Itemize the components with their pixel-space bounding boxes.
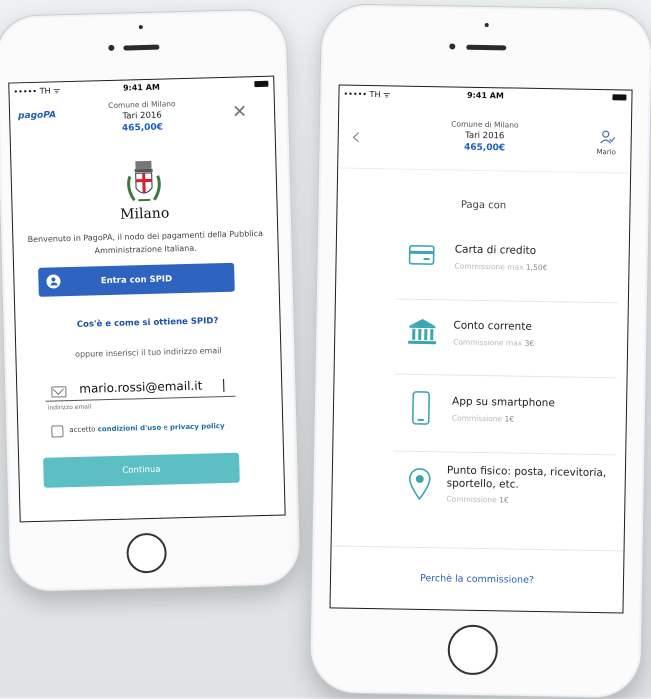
home-button[interactable] [126,532,168,574]
status-time: 9:41 AM [466,90,504,101]
user-name: Mario [596,147,616,157]
method-title: Carta di credito [454,243,537,257]
battery-icon [254,80,269,88]
front-camera [449,43,456,50]
back-chevron-icon[interactable]: ‹ [350,122,361,152]
header-amount: 465,00€ [463,142,506,154]
fee-value: 3€ [524,338,535,348]
payment-method-physical-point[interactable]: Punto fisico: posta, ricevitoria, sporte… [332,460,625,535]
left-screen: ••••• TH ᯤ 9:41 AM pagoPA Comune di Mila… [8,75,286,523]
earpiece-speaker [466,44,507,51]
milano-crest-icon [127,160,161,202]
fee-value: 1€ [499,495,509,505]
method-fee: Commissione max 1,50€ [454,262,547,273]
bank-icon [408,318,437,345]
terms-conjunction: e [161,423,171,432]
fee-label: Commissione [451,413,505,424]
method-title: App su smartphone [452,395,555,410]
phone-left: ••••• TH ᯤ 9:41 AM pagoPA Comune di Mila… [0,8,302,593]
continue-button[interactable]: Continua [43,452,240,488]
mail-icon [51,386,67,398]
spid-login-button[interactable]: Entra con SPID [38,262,235,297]
terms-checkbox[interactable] [51,425,64,438]
method-fee: Commissione max 3€ [453,338,534,348]
method-fee: Commissione 1€ [452,414,514,424]
pagopa-logo: pagoPA [18,110,57,122]
payment-method-bank[interactable]: Conto corrente Commissione max 3€ [335,307,628,372]
header-amount: 465,00€ [121,122,164,134]
smartphone-icon [411,391,431,425]
header-divider [338,167,631,174]
terms-of-use-link[interactable]: condizioni d'uso [98,424,162,434]
sensor-dot [138,25,143,30]
user-check-icon[interactable] [600,130,616,144]
user-icon [46,274,61,289]
method-title: Punto fisico: posta, ricevitoria, sporte… [446,464,607,491]
close-icon[interactable]: ✕ [232,101,248,122]
fee-value: 1,50€ [525,262,548,273]
pay-with-title: Paga con [460,199,507,212]
fee-value: 1€ [504,414,515,424]
home-button[interactable] [447,624,499,676]
divider [331,545,624,552]
divider [393,450,616,456]
email-label: indirizzo email [47,403,92,412]
sensor-dot [484,23,489,28]
payment-header: Comune di Milano Tari 2016 465,00€ [398,119,571,155]
email-value: mario.rossi@email.it [79,378,203,396]
right-screen: ••••• TH ᯤ 9:41 AM ‹ Comune di Milano Ta… [329,84,633,614]
method-title: Conto corrente [453,319,532,333]
payment-method-credit-card[interactable]: Carta di credito Commissione max 1,50€ [336,233,629,298]
battery-icon [612,94,627,101]
terms-text: accetto condizioni d'uso e privacy polic… [69,422,224,434]
email-prompt: oppure inserisci il tuo indirizzo email [74,346,222,359]
email-field[interactable]: mario.rossi@email.it [45,377,236,402]
why-commission-link[interactable]: Perchè la commissione? [331,571,623,587]
status-time: 9:41 AM [122,82,160,93]
privacy-policy-link[interactable]: privacy policy [170,422,225,431]
front-camera [108,44,115,51]
payment-header: Comune di Milano Tari 2016 465,00€ [70,98,215,135]
location-pin-icon [408,468,431,501]
fee-label: Commissione max [454,261,527,272]
earpiece-speaker [123,44,160,51]
status-bar: ••••• TH ᯤ 9:41 AM [9,77,273,100]
status-bar: ••••• TH ᯤ 9:41 AM [339,85,631,106]
header-org: Comune di Milano [451,119,519,130]
divider [395,298,618,304]
spid-info-link[interactable]: Cos'è e come si ottiene SPID? [16,315,280,332]
text-cursor [223,379,225,393]
city-name: Milano [119,205,170,223]
fee-label: Commissione max [453,337,525,348]
spid-button-label: Entra con SPID [100,273,173,286]
welcome-text: Benvenuto in PagoPA, il nodo dei pagamen… [27,228,264,256]
divider [394,373,617,379]
payment-method-smartphone[interactable]: App su smartphone Commissione 1€ [333,383,626,448]
terms-prefix: accetto [69,425,98,435]
credit-card-icon [408,244,435,265]
header-title: Tari 2016 [465,130,505,142]
phone-right: ••••• TH ᯤ 9:41 AM ‹ Comune di Milano Ta… [309,3,651,699]
method-fee: Commissione 1€ [446,494,508,504]
fee-label: Commissione [446,494,500,505]
